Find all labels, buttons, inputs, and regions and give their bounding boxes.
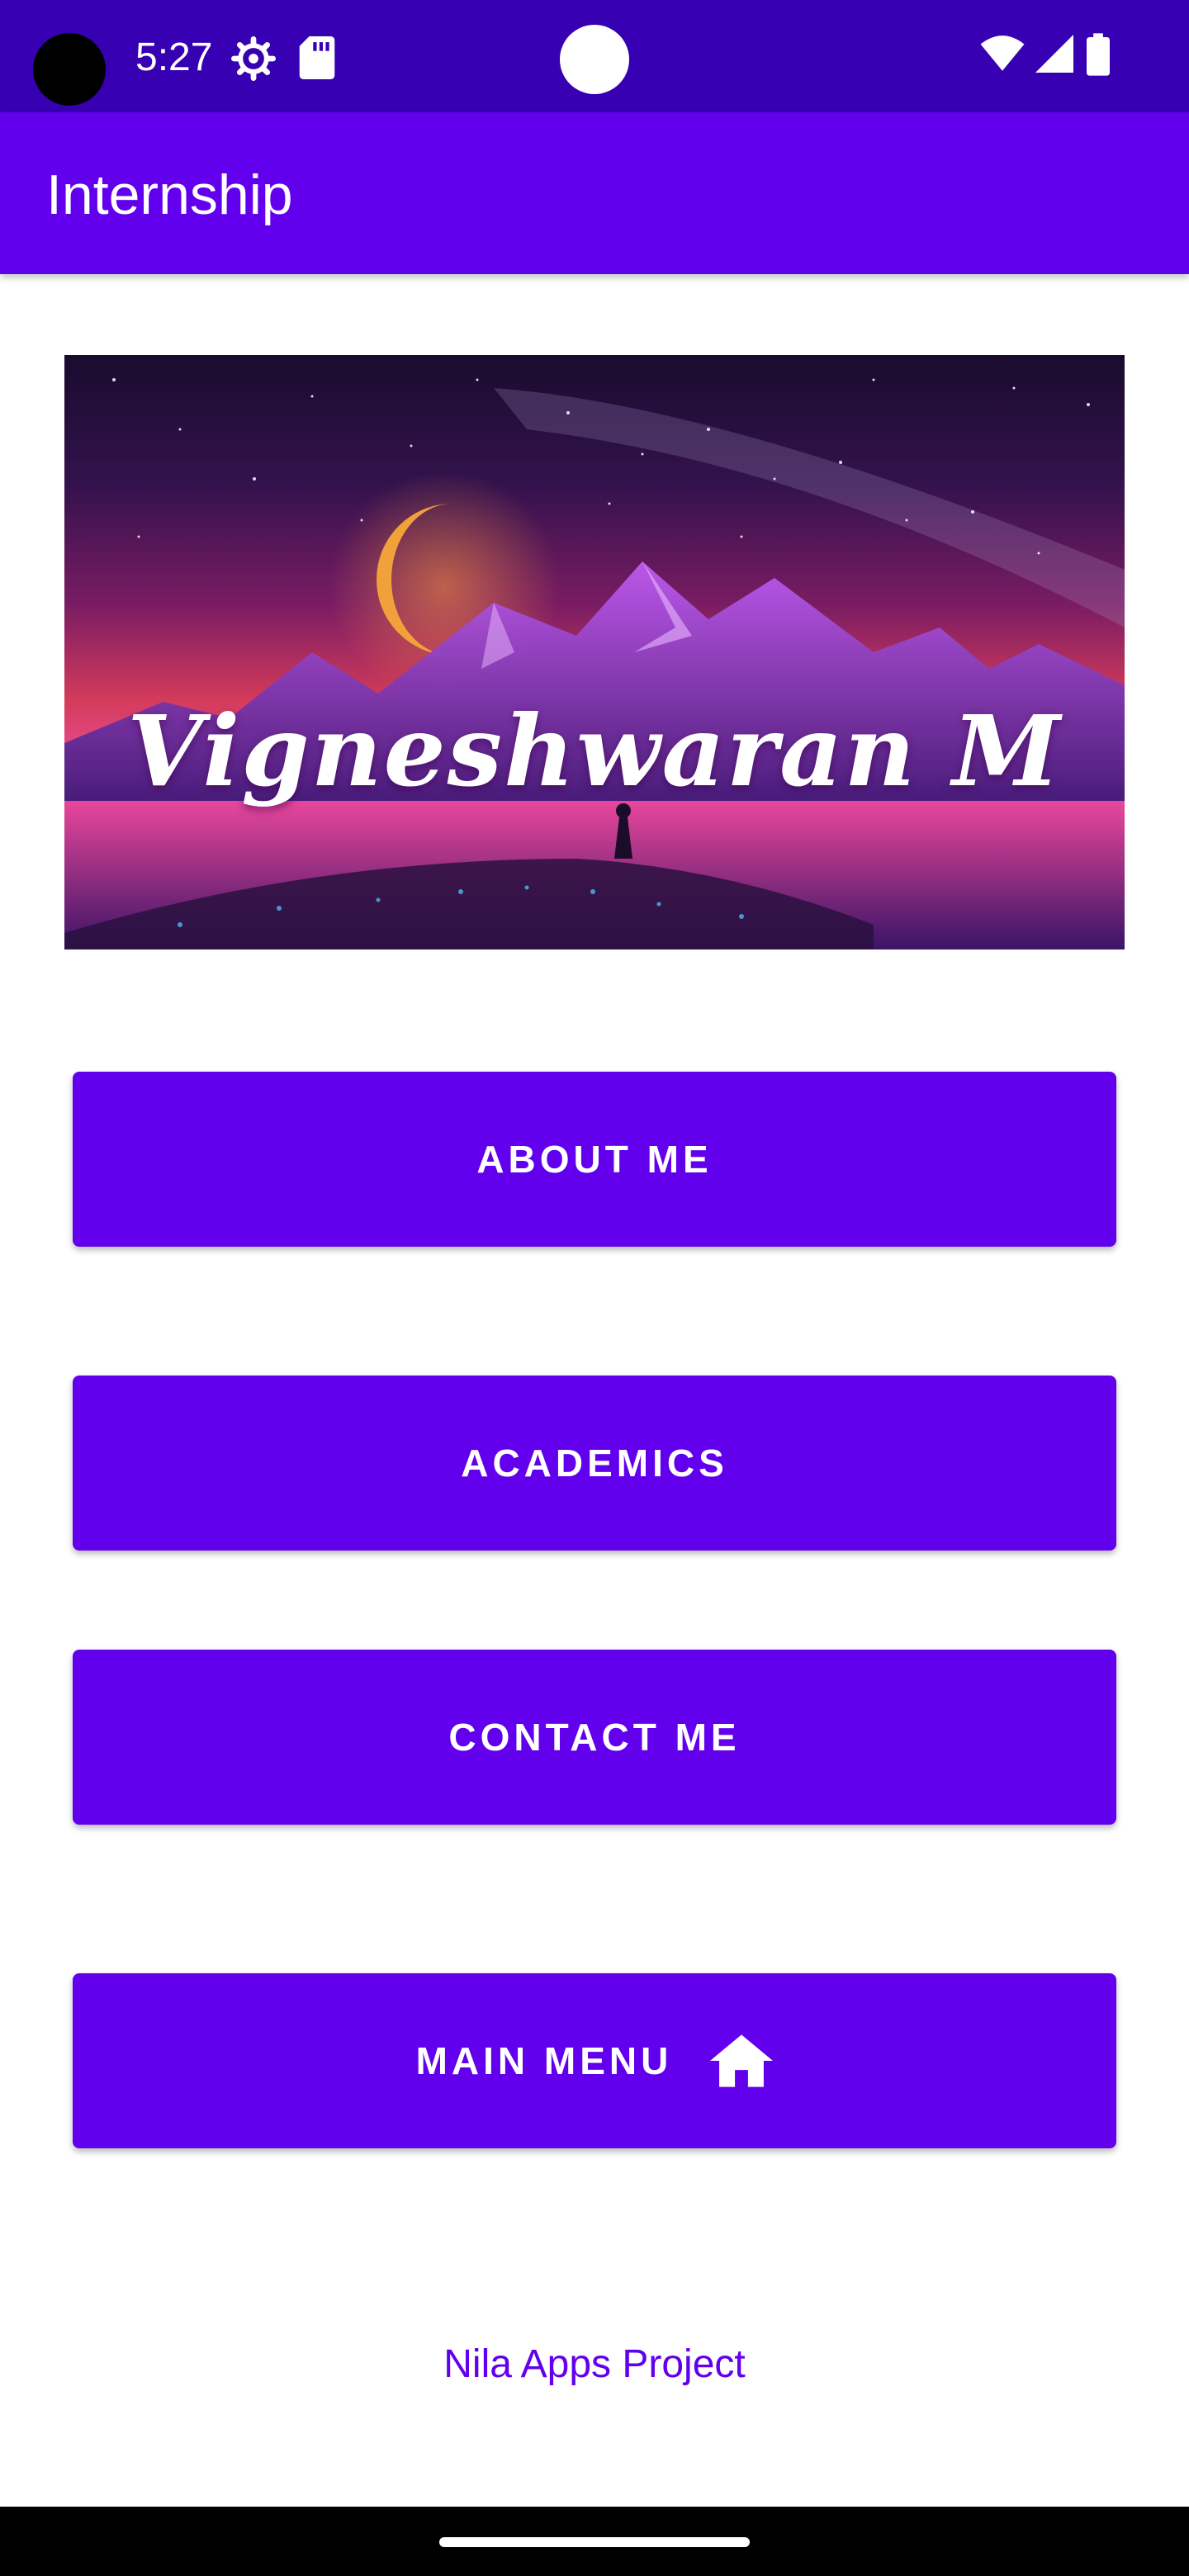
app-title: Internship [46,163,293,226]
contact-me-label: CONTACT ME [448,1716,741,1759]
gesture-handle[interactable] [439,2537,750,2547]
main-menu-label: MAIN MENU [415,2039,673,2082]
about-me-label: ABOUT ME [476,1138,713,1181]
about-me-button[interactable]: ABOUT ME [73,1072,1116,1247]
profile-banner-image: Vigneshwaran M [64,355,1125,949]
status-bar: 5:27 [0,0,1189,112]
battery-icon [1087,33,1110,80]
home-icon [710,2034,774,2087]
navigation-bar [0,2507,1189,2576]
banner-name-text: Vigneshwaran M [126,694,1063,808]
settings-icon [231,36,276,85]
signal-icon [1035,35,1073,77]
night-landscape-illustration [64,378,1125,949]
academics-label: ACADEMICS [461,1442,728,1485]
academics-button[interactable]: ACADEMICS [73,1376,1116,1551]
wifi-icon [979,35,1026,77]
sd-card-icon [299,36,335,83]
status-time: 5:27 [135,36,213,79]
main-menu-button[interactable]: MAIN MENU [73,1973,1116,2148]
footer-text: Nila Apps Project [443,2342,746,2386]
app-bar: Internship [0,112,1189,274]
status-center-indicator [560,25,629,94]
camera-cutout [33,33,106,106]
contact-me-button[interactable]: CONTACT ME [73,1650,1116,1825]
